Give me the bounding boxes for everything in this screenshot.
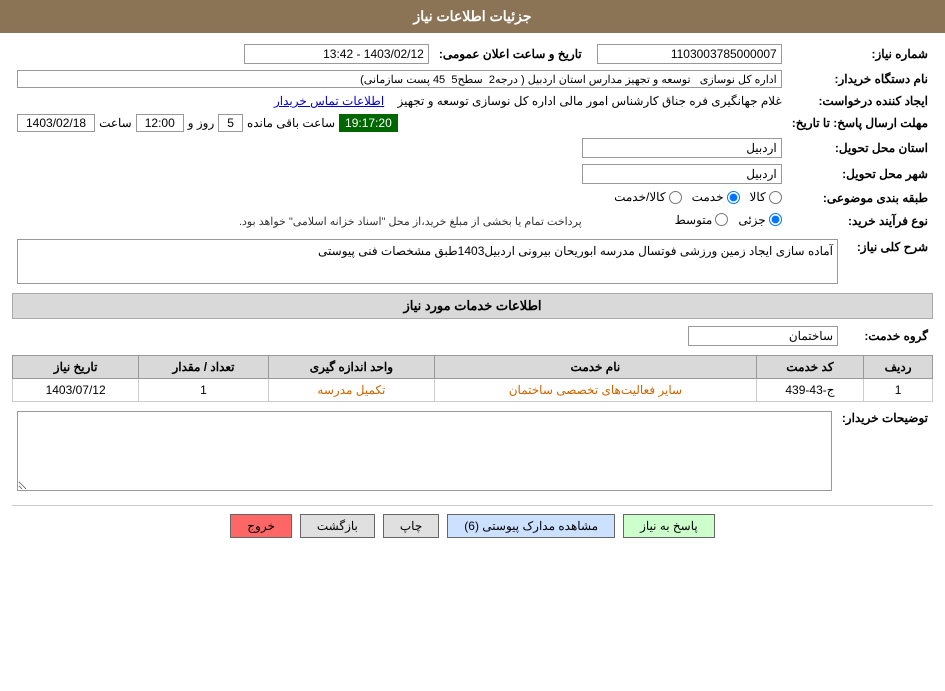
description-form: شرح کلی نیاز: آماده سازی ایجاد زمین ورزش… [12, 236, 933, 287]
category-both-label: کالا/خدمت [614, 190, 665, 204]
purchase-motavasset-radio[interactable] [715, 213, 728, 226]
deadline-date: 1403/02/18 [17, 114, 95, 132]
time-label: ساعت [99, 116, 132, 130]
services-section-title: اطلاعات خدمات مورد نیاز [12, 293, 933, 319]
need-description-text: آماده سازی ایجاد زمین ورزشی فوتسال مدرسه… [318, 244, 833, 258]
respond-button[interactable]: پاسخ به نیاز [623, 514, 715, 538]
day-label: روز و [188, 116, 215, 130]
exit-button[interactable]: خروج [230, 514, 292, 538]
buyer-remarks-label: توضیحات خریدار: [837, 408, 933, 497]
cell-row-num: 1 [864, 379, 933, 402]
category-both-radio[interactable] [669, 191, 682, 204]
purchase-type-label: نوع فرآیند خرید: [787, 210, 933, 233]
requester-value: غلام جهانگیری فره جناق کارشناس امور مالی… [398, 94, 782, 108]
cell-quantity: 1 [139, 379, 269, 402]
province-label: استان محل تحویل: [787, 135, 933, 161]
category-label: طبقه بندی موضوعی: [787, 187, 933, 210]
col-row-num: ردیف [864, 356, 933, 379]
remarks-form: توضیحات خریدار: [12, 408, 933, 497]
city-label: شهر محل تحویل: [787, 161, 933, 187]
remaining-label: ساعت باقی مانده [247, 116, 335, 130]
main-form: شماره نیاز: تاریخ و ساعت اعلان عمومی: نا… [12, 41, 933, 232]
buyer-name-input [17, 70, 782, 88]
time-value: 12:00 [136, 114, 184, 132]
bottom-buttons: پاسخ به نیاز مشاهده مدارک پیوستی (6) چاپ… [12, 505, 933, 546]
service-group-form: گروه خدمت: [12, 323, 933, 349]
category-option-kala[interactable]: کالا [750, 190, 782, 204]
need-number-input[interactable] [597, 44, 782, 64]
category-khedmat-radio[interactable] [727, 191, 740, 204]
category-kala-radio[interactable] [769, 191, 782, 204]
remaining-time: 19:17:20 [339, 114, 398, 132]
col-service-name: نام خدمت [435, 356, 757, 379]
page-title: جزئیات اطلاعات نیاز [413, 8, 531, 24]
purchase-motavasset-label: متوسط [675, 213, 713, 227]
cell-service-code: ج-43-439 [756, 379, 863, 402]
print-button[interactable]: چاپ [383, 514, 439, 538]
service-group-input[interactable] [688, 326, 838, 346]
need-description-box: آماده سازی ایجاد زمین ورزشی فوتسال مدرسه… [17, 239, 838, 284]
buyer-remarks-textarea[interactable] [17, 411, 832, 491]
contact-link[interactable]: اطلاعات تماس خریدار [274, 94, 384, 108]
cell-service-name: سایر فعالیت‌های تخصصی ساختمان [435, 379, 757, 402]
col-service-code: کد خدمت [756, 356, 863, 379]
need-desc-label: شرح کلی نیاز: [843, 236, 933, 287]
category-khedmat-label: خدمت [692, 190, 724, 204]
deadline-label: مهلت ارسال پاسخ: تا تاریخ: [787, 111, 933, 135]
back-button[interactable]: بازگشت [300, 514, 375, 538]
purchase-radio-group: جزئی متوسط [675, 213, 782, 227]
cell-unit: تکمیل مدرسه [268, 379, 434, 402]
col-unit: واحد اندازه گیری [268, 356, 434, 379]
service-group-label: گروه خدمت: [843, 323, 933, 349]
purchase-jozyi-radio[interactable] [769, 213, 782, 226]
purchase-option-motavasset[interactable]: متوسط [675, 213, 729, 227]
table-row: 1 ج-43-439 سایر فعالیت‌های تخصصی ساختمان… [13, 379, 933, 402]
category-option-both[interactable]: کالا/خدمت [614, 190, 681, 204]
need-number-label: شماره نیاز: [787, 41, 933, 67]
page-header: جزئیات اطلاعات نیاز [0, 0, 945, 33]
province-input[interactable] [582, 138, 782, 158]
category-kala-label: کالا [750, 190, 766, 204]
category-radio-group: کالا خدمت کالا/خدمت [614, 190, 782, 204]
col-quantity: تعداد / مقدار [139, 356, 269, 379]
col-date: تاریخ نیاز [13, 356, 139, 379]
view-docs-button[interactable]: مشاهده مدارک پیوستی (6) [447, 514, 615, 538]
purchase-option-jozyi[interactable]: جزئی [738, 213, 781, 227]
cell-date: 1403/07/12 [13, 379, 139, 402]
category-option-khedmat[interactable]: خدمت [692, 190, 740, 204]
requester-label: ایجاد کننده درخواست: [787, 91, 933, 111]
buyer-name-label: نام دستگاه خریدار: [787, 67, 933, 91]
date-time-input[interactable] [244, 44, 429, 64]
days-value: 5 [218, 114, 243, 132]
purchase-jozyi-label: جزئی [738, 213, 765, 227]
services-table: ردیف کد خدمت نام خدمت واحد اندازه گیری ت… [12, 355, 933, 402]
payment-notice: پرداخت تمام یا بخشی از مبلغ خرید،از محل … [239, 216, 582, 228]
city-input[interactable] [582, 164, 782, 184]
date-time-label: تاریخ و ساعت اعلان عمومی: [434, 41, 587, 67]
